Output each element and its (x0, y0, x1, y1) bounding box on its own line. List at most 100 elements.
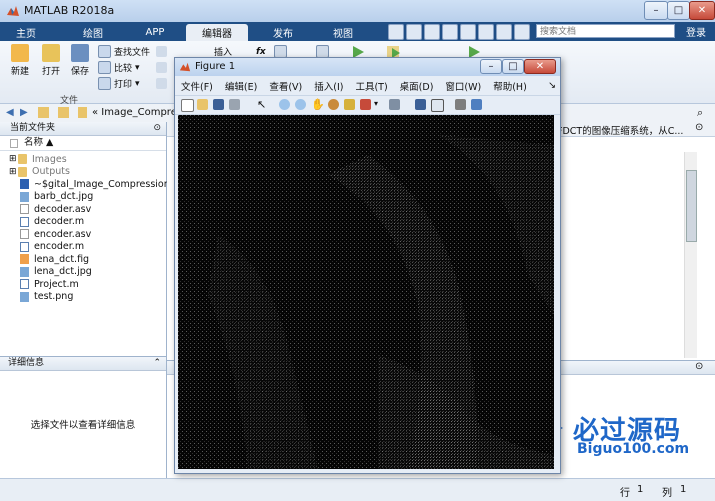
list-item[interactable]: encoder.m (9, 241, 166, 254)
quick-redo-icon[interactable] (478, 24, 494, 40)
open-button[interactable]: 打开 (37, 44, 65, 77)
editor-scrollbar[interactable] (684, 152, 697, 358)
quick-copy-icon[interactable] (424, 24, 440, 40)
select-arrow-icon[interactable]: ↖ (257, 98, 266, 111)
list-item[interactable]: test.png (9, 291, 166, 304)
menu-insert[interactable]: 插入(I) (308, 79, 349, 93)
forward-arrow-icon[interactable]: ▶ (20, 107, 28, 118)
maximize-button[interactable]: □ (667, 1, 690, 20)
expand-panel-icon[interactable]: ⌃ (153, 357, 161, 370)
quick-paste-icon[interactable] (442, 24, 458, 40)
find-icon[interactable] (156, 77, 167, 90)
figure-close-button[interactable]: ✕ (524, 59, 556, 74)
legend-icon[interactable] (431, 99, 444, 112)
go-to-icon[interactable] (156, 61, 167, 74)
image-file-icon (20, 191, 29, 202)
browse-folder-icon[interactable] (58, 107, 69, 118)
quick-undo-icon[interactable] (460, 24, 476, 40)
pan-hand-icon[interactable]: ✋ (311, 98, 325, 111)
menu-help[interactable]: 帮助(H) (487, 79, 533, 93)
current-folder-title: 当前文件夹 (10, 123, 56, 133)
menu-file[interactable]: 文件(F) (175, 79, 219, 93)
command-window-actions-icon[interactable]: ⊙ (695, 361, 703, 372)
login-button[interactable]: 登录 (680, 23, 712, 39)
menu-view[interactable]: 查看(V) (263, 79, 308, 93)
back-arrow-icon[interactable]: ◀ (6, 107, 14, 118)
brush-icon[interactable] (360, 99, 371, 110)
tab-plots[interactable]: 绘图 (70, 24, 116, 41)
file-name: Images (32, 153, 67, 165)
minimize-button[interactable]: – (644, 1, 668, 20)
colorbar-icon[interactable] (415, 99, 426, 110)
editor-file-tab[interactable]: FDCT的图像压缩系统，从C... (557, 123, 683, 137)
editor-actions-icon[interactable]: ⊙ (695, 122, 703, 133)
tab-home[interactable]: 主页 (4, 24, 48, 41)
figure-maximize-button[interactable]: □ (502, 59, 524, 74)
search-path-icon[interactable]: ⌕ (697, 106, 703, 120)
tab-apps[interactable]: APP (130, 24, 180, 41)
list-item[interactable]: decoder.m (9, 216, 166, 229)
find-files-button[interactable]: 查找文件 (98, 45, 150, 58)
link-plot-icon[interactable] (389, 99, 400, 110)
menu-desktop[interactable]: 桌面(D) (394, 79, 440, 93)
figure-title-bar[interactable]: Figure 1 – □ ✕ (175, 58, 560, 76)
tab-view[interactable]: 视图 (318, 24, 368, 41)
expand-icon[interactable]: ⊞ (9, 167, 18, 177)
save-icon (71, 44, 89, 62)
print-figure-icon[interactable] (229, 99, 240, 110)
search-documentation-input[interactable] (536, 24, 675, 38)
open-file-icon[interactable] (197, 99, 208, 110)
panel-actions-icon[interactable]: ⊙ (153, 122, 161, 135)
m-file-icon (20, 216, 29, 227)
list-item[interactable]: decoder.asv (9, 203, 166, 216)
menu-window[interactable]: 窗口(W) (439, 79, 487, 93)
chevron-down-icon[interactable]: ▾ (374, 99, 378, 108)
scrollbar-thumb[interactable] (686, 170, 697, 242)
chevron-down-icon: ▾ (135, 62, 140, 73)
list-item[interactable]: ⊞ Images (9, 153, 166, 166)
current-path[interactable]: « Image_Compres (92, 107, 182, 118)
new-button[interactable]: 新建 (6, 44, 34, 77)
figure-minimize-button[interactable]: – (480, 59, 502, 74)
print-button[interactable]: 打印 ▾ (98, 77, 140, 90)
close-button[interactable]: ✕ (689, 1, 715, 20)
navigate-back-icon[interactable] (156, 45, 167, 58)
figure-image-canvas[interactable] (178, 115, 554, 469)
help-icon[interactable] (514, 24, 530, 40)
quick-cut-icon[interactable] (406, 24, 422, 40)
compare-button[interactable]: 比较 ▾ (98, 61, 140, 74)
show-plot-tools-icon[interactable] (471, 99, 482, 110)
file-name: lena_dct.jpg (34, 266, 92, 278)
name-column-header[interactable]: 名称 ▲ (0, 136, 166, 151)
list-item[interactable]: lena_dct.fig (9, 253, 166, 266)
file-name: barb_dct.jpg (34, 191, 94, 203)
file-name: ~$gital_Image_Compression_... (34, 178, 184, 190)
maximize-icon: □ (673, 5, 684, 16)
list-item[interactable]: barb_dct.jpg (9, 191, 166, 204)
menu-edit[interactable]: 编辑(E) (219, 79, 263, 93)
dock-icon[interactable]: ↘ (542, 80, 560, 91)
list-item[interactable]: Project.m (9, 278, 166, 291)
zoom-out-icon[interactable] (295, 99, 306, 110)
figure-window[interactable]: Figure 1 – □ ✕ 文件(F) 编辑(E) 查看(V) 插入(I) 工… (174, 57, 561, 474)
list-item[interactable]: lena_dct.jpg (9, 266, 166, 279)
quick-save-icon[interactable] (388, 24, 404, 40)
expand-icon[interactable]: ⊞ (9, 154, 18, 164)
list-item[interactable]: encoder.asv (9, 228, 166, 241)
new-figure-icon[interactable] (181, 99, 194, 112)
save-button[interactable]: 保存 (66, 44, 94, 77)
zoom-in-icon[interactable] (279, 99, 290, 110)
row-value: 1 (637, 484, 644, 495)
list-item[interactable]: ~$gital_Image_Compression_... (9, 178, 184, 191)
tab-publish[interactable]: 发布 (258, 24, 308, 41)
up-folder-icon[interactable] (38, 107, 49, 118)
quick-switch-icon[interactable] (496, 24, 512, 40)
data-cursor-icon[interactable] (344, 99, 355, 110)
row-label: 行 (620, 488, 630, 499)
list-item[interactable]: ⊞ Outputs (9, 166, 166, 179)
menu-tools[interactable]: 工具(T) (349, 79, 393, 93)
tab-editor[interactable]: 编辑器 (186, 24, 248, 41)
save-figure-icon[interactable] (213, 99, 224, 110)
rotate-3d-icon[interactable] (328, 99, 339, 110)
hide-plot-tools-icon[interactable] (455, 99, 466, 110)
